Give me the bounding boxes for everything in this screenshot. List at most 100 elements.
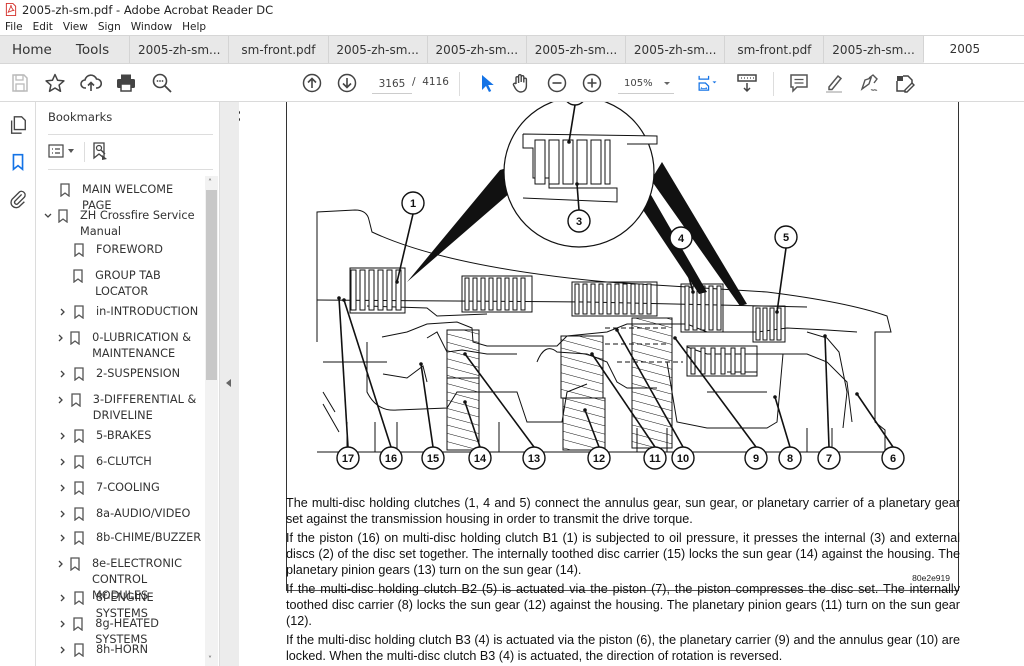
menu-file[interactable]: File: [5, 21, 23, 33]
chevron-right-icon[interactable]: [58, 304, 68, 320]
title-bar: 2005-zh-sm.pdf - Adobe Acrobat Reader DC: [0, 0, 1024, 19]
leader-arrowhead: [463, 352, 467, 356]
chevron-right-icon[interactable]: [58, 590, 68, 606]
zoom-in-icon: [582, 73, 602, 93]
tab-document[interactable]: 2005-zh-sm...: [327, 36, 427, 63]
tab-home[interactable]: Home: [0, 36, 64, 63]
svg-text:5: 5: [783, 232, 789, 244]
bookmark-item[interactable]: 8h-HORN: [58, 642, 206, 658]
bookmark-label: 3-DIFFERENTIAL & DRIVELINE: [92, 393, 197, 422]
zoom-level-dropdown[interactable]: 105%: [618, 74, 674, 94]
bookmark-icon: [73, 268, 83, 284]
chevron-right-icon[interactable]: [58, 366, 68, 382]
fit-page-button[interactable]: [692, 71, 722, 95]
bookmark-item[interactable]: 5-BRAKES: [58, 428, 206, 444]
page-thumbnails-button[interactable]: [7, 114, 29, 136]
bookmark-item[interactable]: in-INTRODUCTION: [58, 304, 206, 320]
tab-document[interactable]: 2005-zh-sm...: [129, 36, 228, 63]
chevron-right-icon[interactable]: [58, 616, 67, 632]
tab-document[interactable]: sm-front.pdf: [724, 36, 823, 63]
chevron-down-icon: [68, 149, 74, 153]
bookmark-item[interactable]: GROUP TAB LOCATOR: [58, 268, 206, 300]
bookmark-icon: [60, 182, 70, 198]
bookmark-item[interactable]: 8a-AUDIO/VIDEO: [58, 506, 206, 522]
previous-page-button[interactable]: [300, 71, 324, 95]
zoom-level-value: 105%: [624, 78, 653, 89]
chevron-right-icon[interactable]: [58, 556, 64, 572]
chevron-right-icon[interactable]: [58, 506, 68, 522]
find-bookmark-icon[interactable]: [90, 141, 110, 161]
chevron-right-icon[interactable]: [58, 330, 64, 346]
bookmark-icon: [74, 428, 84, 444]
chevron-right-icon[interactable]: [58, 428, 68, 444]
scroll-up-icon[interactable]: ˄: [208, 178, 212, 187]
comment-icon: [790, 74, 808, 93]
menu-sign[interactable]: Sign: [98, 21, 121, 33]
zoom-out-button[interactable]: [545, 71, 569, 95]
bookmark-item[interactable]: 7-COOLING: [58, 480, 206, 496]
highlight-icon: [826, 74, 843, 93]
chevron-right-icon[interactable]: [58, 530, 68, 546]
next-page-button[interactable]: [335, 71, 359, 95]
sign-icon: [860, 74, 878, 91]
edit-pdf-button[interactable]: [893, 71, 917, 95]
tab-document[interactable]: 2005-zh-sm...: [823, 36, 922, 63]
comment-button[interactable]: [787, 71, 811, 95]
scrollbar-thumb[interactable]: [206, 190, 217, 380]
scroll-mode-button[interactable]: [735, 71, 759, 95]
bookmark-item[interactable]: FOREWORD: [58, 242, 206, 258]
tab-document-active[interactable]: 2005: [922, 36, 1024, 63]
bookmarks-scrollbar[interactable]: ˄ ˅: [205, 176, 218, 666]
save-button[interactable]: [8, 71, 32, 95]
bookmark-item[interactable]: 3-DIFFERENTIAL & DRIVELINE: [58, 392, 206, 424]
find-button[interactable]: [150, 71, 174, 95]
attachments-button[interactable]: [7, 188, 29, 210]
bookmark-item[interactable]: 6-CLUTCH: [58, 454, 206, 470]
tab-document[interactable]: 2005-zh-sm...: [625, 36, 724, 63]
hand-icon: [512, 74, 528, 93]
bookmarks-panel-button[interactable]: [7, 151, 29, 173]
chevron-down-icon[interactable]: [44, 208, 52, 224]
callout-15: 15: [421, 446, 445, 470]
tab-document[interactable]: 2005-zh-sm...: [426, 36, 526, 63]
tab-document[interactable]: sm-front.pdf: [228, 36, 327, 63]
bookmark-item[interactable]: ZH Crossfire Service Manual: [44, 208, 206, 240]
menu-view[interactable]: View: [63, 21, 88, 33]
chevron-right-icon[interactable]: [58, 392, 65, 408]
tab-document[interactable]: 2005-zh-sm...: [525, 36, 625, 63]
menu-window[interactable]: Window: [131, 21, 172, 33]
highlight-button[interactable]: [822, 71, 846, 95]
bookmark-item[interactable]: 0-LUBRICATION & MAINTENANCE: [58, 330, 206, 362]
bookmark-item[interactable]: 2-SUSPENSION: [58, 366, 206, 382]
bookmark-star-button[interactable]: [43, 71, 67, 95]
upload-button[interactable]: [79, 71, 103, 95]
menu-edit[interactable]: Edit: [33, 21, 53, 33]
page-number-input[interactable]: 3165: [372, 74, 412, 94]
bookmark-icon: [74, 480, 84, 496]
bookmark-item[interactable]: 8b-CHIME/BUZZER: [58, 530, 206, 546]
zoom-in-button[interactable]: [580, 71, 604, 95]
scroll-down-icon[interactable]: ˅: [208, 655, 212, 664]
bookmarks-title: Bookmarks: [48, 110, 113, 124]
bookmark-icon: [74, 454, 84, 470]
chevron-right-icon[interactable]: [58, 480, 68, 496]
svg-text:1: 1: [410, 198, 416, 210]
tab-tools[interactable]: Tools: [64, 36, 129, 63]
callout-3: 3: [567, 209, 591, 233]
panel-collapse-strip[interactable]: [219, 102, 239, 666]
bookmark-label: 5-BRAKES: [96, 429, 152, 442]
bookmark-label: 8a-AUDIO/VIDEO: [96, 507, 191, 520]
bookmark-options-button[interactable]: [48, 142, 76, 160]
callout-8: 8: [778, 446, 802, 470]
sign-button[interactable]: [857, 71, 881, 95]
menu-help[interactable]: Help: [182, 21, 206, 33]
callout-16: 16: [379, 446, 403, 470]
collapse-arrow-icon[interactable]: [226, 379, 231, 387]
chevron-right-icon[interactable]: [58, 642, 68, 658]
hand-tool-button[interactable]: [509, 71, 533, 95]
select-tool-button[interactable]: [474, 71, 498, 95]
leader-line: [776, 247, 787, 313]
print-button[interactable]: [114, 71, 138, 95]
chevron-right-icon[interactable]: [58, 454, 68, 470]
